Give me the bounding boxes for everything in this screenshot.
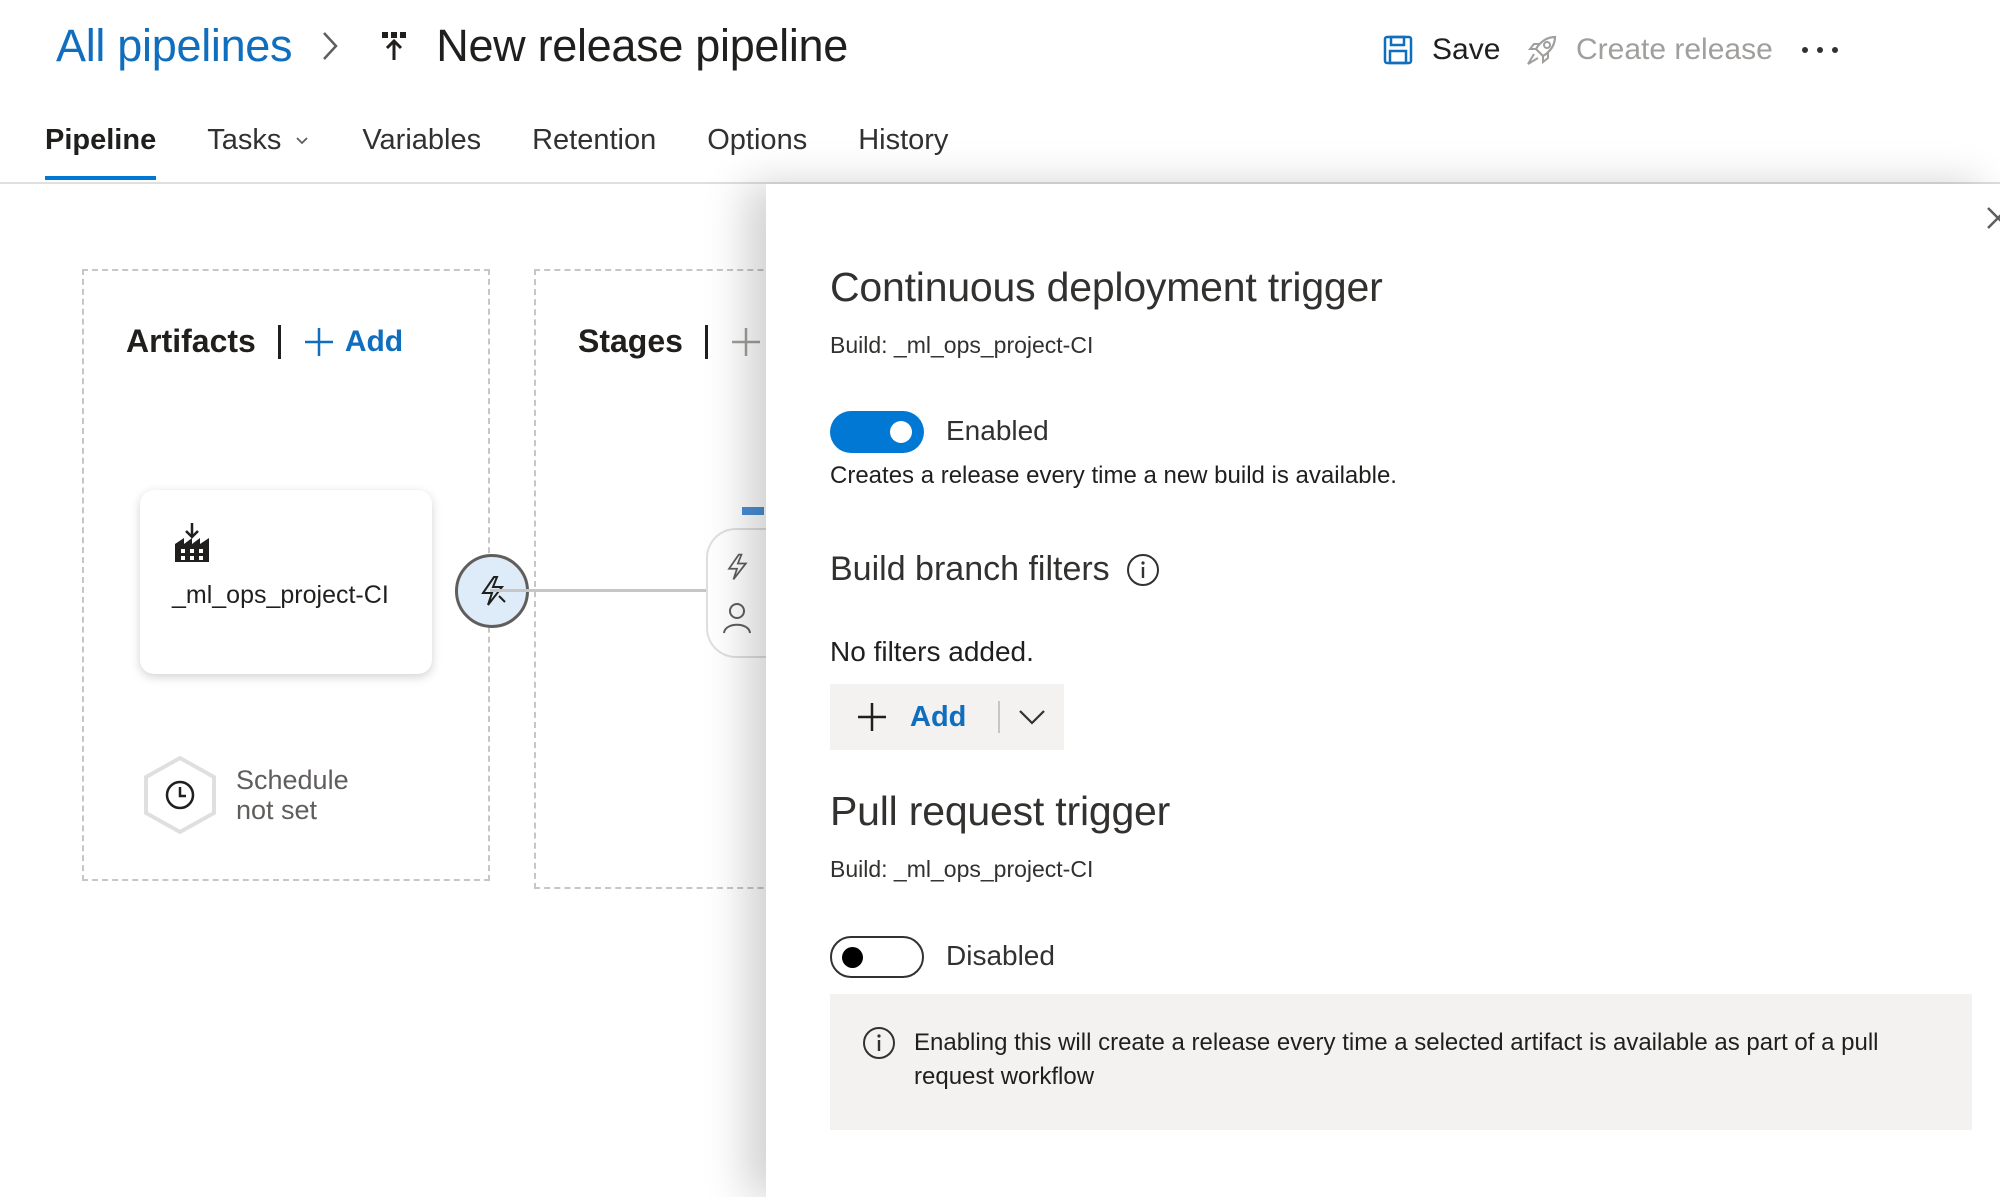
tab-retention[interactable]: Retention — [532, 112, 656, 168]
release-pipeline-icon — [374, 26, 414, 66]
pr-trigger-toggle-label: Disabled — [946, 940, 1055, 971]
artifacts-section: Artifacts Add _ml_ops_project-CI Schedul… — [82, 269, 529, 881]
pr-trigger-build: Build: _ml_ops_project-CI — [830, 856, 1094, 882]
artifacts-header: Artifacts Add — [126, 323, 403, 360]
branch-filters-heading: Build branch filters — [830, 550, 1160, 589]
stage-pre-deployment-conditions[interactable] — [706, 528, 766, 658]
branch-filters-title: Build branch filters — [830, 550, 1110, 588]
more-icon — [1802, 47, 1838, 53]
add-filter-label: Add — [910, 700, 967, 733]
pr-trigger-info-message: Enabling this will create a release ever… — [914, 1029, 1879, 1090]
tab-bar: Pipeline Tasks Variables Retention Optio… — [45, 112, 999, 182]
header-separator — [704, 324, 708, 359]
tab-variables[interactable]: Variables — [362, 112, 481, 168]
add-filter-split-button: Add — [830, 684, 1064, 750]
artifact-name: _ml_ops_project-CI — [172, 581, 389, 609]
artifact-card[interactable]: _ml_ops_project-CI — [140, 490, 432, 674]
tab-pipeline-label: Pipeline — [45, 123, 157, 156]
pr-trigger-info-bar: Enabling this will create a release ever… — [830, 994, 1972, 1130]
cd-trigger-build: Build: _ml_ops_project-CI — [830, 332, 1094, 358]
tab-variables-label: Variables — [362, 123, 482, 156]
chevron-down-icon — [293, 131, 311, 149]
clock-icon — [142, 755, 218, 835]
schedule-trigger[interactable]: Schedule not set — [142, 755, 366, 835]
stages-header: Stages — [578, 323, 762, 360]
tab-history[interactable]: History — [858, 112, 948, 168]
stage-card-accent — [742, 507, 764, 515]
tab-retention-label: Retention — [532, 123, 657, 156]
cd-trigger-toggle[interactable] — [830, 411, 924, 453]
create-release-label: Create release — [1576, 33, 1773, 66]
cd-trigger-title: Continuous deployment trigger — [830, 264, 1383, 310]
stages-title: Stages — [578, 323, 683, 359]
plus-icon — [731, 327, 760, 356]
pr-trigger-toggle[interactable] — [830, 936, 924, 978]
cd-trigger-toggle-label: Enabled — [946, 415, 1049, 446]
artifacts-title: Artifacts — [126, 323, 256, 359]
tab-tasks-label: Tasks — [207, 123, 282, 156]
more-actions-button[interactable] — [1796, 22, 1844, 78]
close-icon[interactable] — [1978, 198, 2000, 238]
tab-options[interactable]: Options — [707, 112, 807, 168]
add-filter-dropdown[interactable] — [1000, 684, 1064, 750]
release-pipeline-editor: All pipelines New release pipeline Save — [0, 0, 2000, 1197]
add-artifact-label: Add — [344, 324, 404, 358]
chevron-down-icon — [1019, 710, 1045, 725]
toggle-knob — [842, 947, 863, 968]
plus-icon — [304, 327, 333, 356]
header-separator — [277, 324, 281, 359]
toggle-knob — [890, 421, 912, 443]
all-pipelines-link[interactable]: All pipelines — [56, 20, 293, 72]
cd-trigger-description: Creates a release every time a new build… — [830, 462, 1397, 489]
schedule-label: Schedule not set — [236, 765, 349, 825]
tab-tasks[interactable]: Tasks — [207, 112, 311, 168]
chevron-right-icon — [310, 26, 350, 66]
add-stage-button[interactable] — [730, 326, 762, 358]
save-button[interactable]: Save — [1378, 22, 1500, 78]
create-release-button[interactable]: Create release — [1522, 22, 1773, 78]
add-artifact-button[interactable]: Add — [303, 325, 403, 359]
tab-pipeline[interactable]: Pipeline — [45, 112, 157, 180]
build-artifact-icon — [172, 522, 212, 564]
tab-options-label: Options — [707, 123, 808, 156]
pipeline-title[interactable]: New release pipeline — [436, 20, 848, 72]
info-icon[interactable] — [1126, 553, 1160, 587]
plus-icon — [858, 703, 886, 731]
pr-trigger-title: Pull request trigger — [830, 788, 1171, 834]
add-filter-button[interactable]: Add — [830, 684, 998, 750]
tab-history-label: History — [858, 123, 949, 156]
rocket-icon — [1522, 30, 1562, 70]
trigger-settings-panel: Continuous deployment trigger Build: _ml… — [766, 184, 2000, 1197]
save-label: Save — [1432, 33, 1501, 66]
no-filters-text: No filters added. — [830, 636, 1034, 667]
person-icon — [722, 602, 752, 639]
save-icon — [1378, 30, 1418, 70]
breadcrumb: All pipelines New release pipeline — [56, 16, 848, 76]
lightning-icon — [722, 552, 752, 587]
info-icon — [862, 1026, 896, 1060]
